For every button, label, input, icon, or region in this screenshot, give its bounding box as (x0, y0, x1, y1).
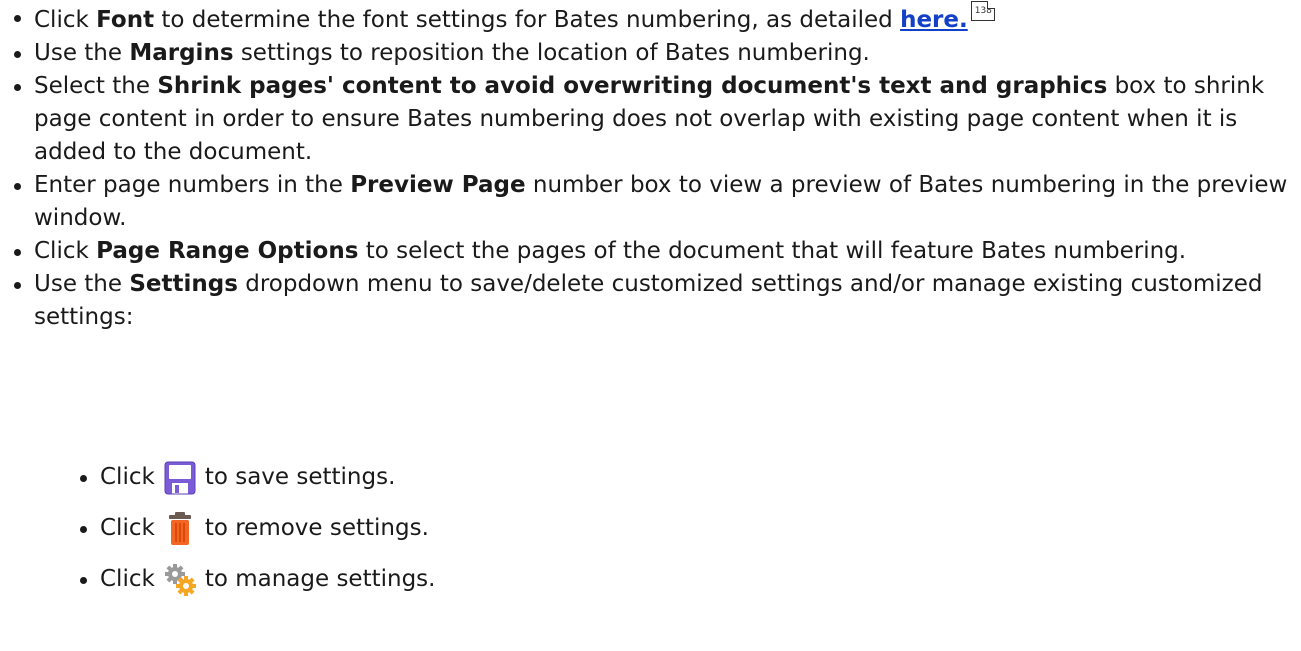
trash-can-icon (168, 511, 191, 545)
sub-item-manage: Click to manage settings. (0, 563, 1300, 596)
list-item-margins: Use the Margins settings to reposition t… (0, 37, 1300, 70)
here-link[interactable]: here. (900, 7, 968, 33)
list-item-font: Click Font to determine the font setting… (0, 1, 1300, 37)
bold-term-shrink: Shrink pages' content to avoid overwriti… (157, 73, 1108, 99)
bold-term-font: Font (96, 7, 155, 33)
text: Click (34, 7, 97, 33)
floppy-disk-save-icon (164, 461, 196, 494)
list-item-page-range: Click Page Range Options to select the p… (0, 235, 1300, 268)
text: Click (100, 566, 155, 592)
bold-term-margins: Margins (129, 40, 234, 66)
text: Enter page numbers in the (34, 172, 351, 198)
text: Click (100, 464, 155, 490)
text: Select the (34, 73, 158, 99)
bullet-list: Click Font to determine the font setting… (0, 1, 1300, 334)
text: to determine the font settings for Bates… (154, 7, 901, 33)
bold-term-settings: Settings (129, 271, 238, 297)
bold-term-page-range: Page Range Options (96, 238, 359, 264)
list-item-shrink: Select the Shrink pages' content to avoi… (0, 70, 1300, 169)
bold-term-preview-page: Preview Page (350, 172, 526, 198)
text: Use the (34, 40, 130, 66)
page-reference-icon[interactable]: 138 (970, 1, 995, 21)
text: settings to reposition the location of B… (233, 40, 870, 66)
settings-sub-list: Click to save settings. Click to remove … (0, 461, 1300, 614)
text: to remove settings. (204, 515, 429, 541)
gears-manage-icon (164, 563, 196, 596)
text: to manage settings. (204, 566, 436, 592)
text: to save settings. (204, 464, 396, 490)
sub-item-remove: Click to remove settings. (0, 511, 1300, 545)
list-item-preview-page: Enter page numbers in the Preview Page n… (0, 169, 1300, 235)
text: Click (100, 515, 155, 541)
text: Click (34, 238, 97, 264)
list-item-settings: Use the Settings dropdown menu to save/d… (0, 268, 1300, 334)
text: to select the pages of the document that… (358, 238, 1187, 264)
text: Use the (34, 271, 130, 297)
sub-item-save: Click to save settings. (0, 461, 1300, 494)
